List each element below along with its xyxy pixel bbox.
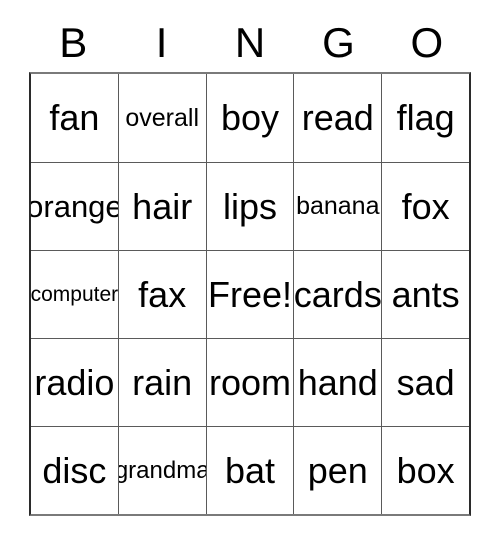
bingo-row: computer fax Free! cards ants xyxy=(31,250,469,338)
bingo-cell[interactable]: fan xyxy=(31,74,118,162)
bingo-cell[interactable]: fox xyxy=(381,163,469,250)
bingo-cell-label: Free! xyxy=(207,273,292,315)
header-letter-i: I xyxy=(155,19,168,66)
bingo-cell-label: fax xyxy=(138,273,187,315)
bingo-cell-label: banana xyxy=(296,192,380,220)
bingo-cell-label: ants xyxy=(391,273,460,315)
bingo-cell-label: flag xyxy=(396,97,455,138)
bingo-cell[interactable]: rain xyxy=(117,339,206,426)
bingo-cell[interactable]: grandma xyxy=(117,427,206,514)
bingo-grid: fan overall boy read flag orange hair li… xyxy=(29,72,471,516)
bingo-cell[interactable]: banana xyxy=(293,163,382,250)
bingo-cell[interactable]: lips xyxy=(205,163,294,250)
bingo-cell-label: disc xyxy=(42,449,107,491)
bingo-cell[interactable]: radio xyxy=(31,339,118,426)
bingo-cell-label: orange xyxy=(31,189,118,224)
header-letter-o: O xyxy=(410,19,444,66)
bingo-cell-free[interactable]: Free! xyxy=(205,251,294,338)
bingo-cell[interactable]: read xyxy=(293,74,382,162)
bingo-cell[interactable]: disc xyxy=(31,427,118,514)
bingo-cell-label: fan xyxy=(49,97,100,138)
bingo-cell-label: grandma xyxy=(117,456,206,484)
bingo-cell[interactable]: flag xyxy=(381,74,469,162)
bingo-cell-label: read xyxy=(301,97,374,138)
bingo-cell[interactable]: box xyxy=(381,427,469,514)
bingo-cell[interactable]: pen xyxy=(293,427,382,514)
bingo-cell-label: cards xyxy=(293,273,382,315)
bingo-cell-label: overall xyxy=(125,103,200,132)
bingo-cell-label: room xyxy=(208,361,291,403)
bingo-row: radio rain room hand sad xyxy=(31,338,469,426)
bingo-cell-label: box xyxy=(396,449,455,491)
bingo-cell[interactable]: sad xyxy=(381,339,469,426)
bingo-cell-label: sad xyxy=(396,361,455,403)
bingo-cell[interactable]: overall xyxy=(117,74,206,162)
bingo-cell-label: fox xyxy=(401,185,450,227)
bingo-cell-label: bat xyxy=(224,449,276,491)
bingo-cell-label: lips xyxy=(222,185,277,227)
bingo-cell-label: pen xyxy=(307,449,368,491)
header-letter-b: B xyxy=(59,19,88,66)
header-letter-n: N xyxy=(234,19,266,66)
header-letter-g: G xyxy=(322,19,355,66)
bingo-header: B I N G O xyxy=(29,14,471,72)
bingo-row: fan overall boy read flag xyxy=(31,74,469,162)
bingo-cell[interactable]: bat xyxy=(205,427,294,514)
bingo-cell-label: hair xyxy=(132,185,193,227)
bingo-cell[interactable]: hair xyxy=(117,163,206,250)
bingo-row: orange hair lips banana fox xyxy=(31,162,469,250)
bingo-cell[interactable]: hand xyxy=(293,339,382,426)
bingo-cell[interactable]: ants xyxy=(381,251,469,338)
bingo-card: B I N G O fan overall boy read flag oran… xyxy=(29,14,471,516)
bingo-cell-label: boy xyxy=(220,97,280,138)
bingo-cell-label: computer xyxy=(31,283,118,306)
bingo-cell[interactable]: computer xyxy=(31,251,118,338)
bingo-cell-label: hand xyxy=(297,361,378,403)
bingo-cell[interactable]: room xyxy=(205,339,294,426)
bingo-cell[interactable]: orange xyxy=(31,163,118,250)
bingo-cell[interactable]: cards xyxy=(293,251,382,338)
bingo-cell[interactable]: fax xyxy=(117,251,206,338)
bingo-cell[interactable]: boy xyxy=(205,74,294,162)
bingo-cell-label: radio xyxy=(34,361,115,403)
bingo-cell-label: rain xyxy=(132,361,193,403)
bingo-row: disc grandma bat pen box xyxy=(31,426,469,514)
